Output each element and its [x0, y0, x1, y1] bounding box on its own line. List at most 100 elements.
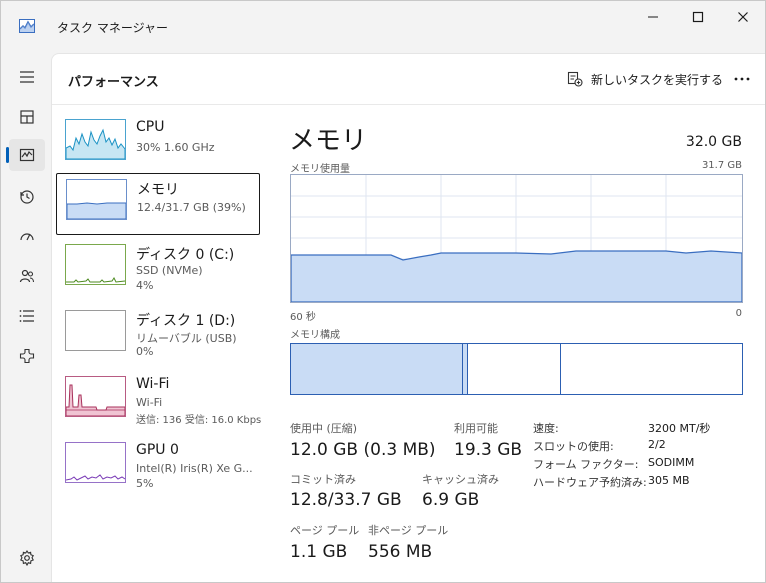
window-title: タスク マネージャー [57, 21, 168, 35]
header-divider [52, 104, 765, 105]
memory-composition-bar [290, 343, 743, 395]
detail-title: メモリ [289, 126, 368, 156]
perf-item-memory[interactable]: メモリ 12.4/31.7 GB (39%) [56, 173, 260, 235]
memory-usage-chart [290, 175, 743, 303]
composition-free [561, 344, 742, 394]
detail-total-memory: 32.0 GB [685, 134, 742, 150]
spec-speed-value: 3200 MT/秒 [648, 422, 711, 435]
close-button[interactable] [720, 1, 765, 33]
spec-speed-label: 速度: [533, 422, 559, 435]
disk1-name: ディスク 1 (D:) [136, 313, 236, 329]
graph-x-right-label: 0 [735, 308, 742, 319]
gpu0-model: Intel(R) Iris(R) Xe G... [136, 462, 253, 475]
wifi-sparkline [66, 384, 125, 416]
nonpaged-pool-label: 非ページ プール [368, 524, 449, 537]
disk1-type: リムーバブル (USB) [136, 332, 237, 345]
memory-thumbnail-graph [66, 179, 127, 220]
page-title: パフォーマンス [68, 75, 159, 90]
perf-item-disk1[interactable]: ディスク 1 (D:) リムーバブル (USB) 0% [56, 305, 260, 367]
disk0-usage: 4% [136, 279, 154, 292]
nav-details[interactable] [9, 300, 45, 332]
gpu0-thumbnail-graph [65, 442, 126, 483]
maximize-button[interactable] [675, 1, 721, 33]
memory-sparkline [67, 202, 126, 219]
nav-menu-button[interactable] [9, 61, 45, 93]
task-manager-app-icon [19, 19, 35, 33]
wifi-thumbnail-graph [65, 376, 126, 417]
usage-graph-max: 31.7 GB [701, 160, 742, 171]
disk0-type: SSD (NVMe) [136, 264, 203, 277]
gpu0-name: GPU 0 [136, 442, 179, 458]
in-use-value: 12.0 GB (0.3 MB) [290, 440, 436, 460]
main-content: パフォーマンス 新しいタスクを実行する CPU 30% 1.60 GHz メモリ… [51, 53, 765, 582]
in-use-label: 使用中 (圧縮) [290, 422, 358, 435]
composition-label: メモリ構成 [290, 330, 340, 341]
cached-value: 6.9 GB [422, 490, 480, 510]
perf-item-cpu[interactable]: CPU 30% 1.60 GHz [56, 114, 260, 176]
composition-in-use [291, 344, 463, 394]
nav-settings[interactable] [9, 542, 45, 574]
gpu0-usage: 5% [136, 477, 154, 490]
graph-x-left-label: 60 秒 [290, 312, 316, 323]
available-label: 利用可能 [454, 422, 498, 435]
perf-item-disk0[interactable]: ディスク 0 (C:) SSD (NVMe) 4% [56, 239, 260, 301]
spec-form-factor-value: SODIMM [648, 456, 695, 469]
hamburger-icon [20, 71, 34, 83]
memory-name: メモリ [137, 182, 179, 198]
committed-label: コミット済み [290, 473, 356, 486]
disk1-thumbnail-graph [65, 310, 126, 351]
more-options-button[interactable] [730, 68, 754, 90]
details-icon [19, 310, 34, 322]
performance-icon [19, 148, 35, 162]
nav-app-history[interactable] [9, 181, 45, 213]
nav-services[interactable] [9, 340, 45, 372]
nav-performance[interactable] [9, 139, 45, 171]
wifi-throughput: 送信: 136 受信: 16.0 Kbps [136, 415, 262, 426]
spec-hw-reserved-label: ハードウェア予約済み: [533, 476, 647, 489]
nav-startup-apps[interactable] [9, 220, 45, 252]
committed-value: 12.8/33.7 GB [290, 490, 402, 510]
processes-icon [20, 110, 34, 124]
spec-form-factor-label: フォーム ファクター: [533, 458, 639, 471]
startup-apps-icon [20, 233, 34, 241]
close-icon [738, 12, 748, 22]
usage-graph-label: メモリ使用量 [290, 164, 350, 175]
title-bar: タスク マネージャー [1, 1, 765, 35]
app-history-icon [20, 190, 34, 204]
cpu-sparkline [66, 128, 125, 159]
services-icon [19, 348, 35, 364]
disk0-name: ディスク 0 (C:) [136, 247, 235, 263]
run-new-task-button[interactable]: 新しいタスクを実行する [567, 68, 723, 90]
spec-slots-value: 2/2 [648, 438, 666, 451]
nav-users[interactable] [9, 260, 45, 292]
gpu0-sparkline [66, 474, 125, 481]
disk0-thumbnail-graph [65, 244, 126, 285]
memory-usage-graph [290, 174, 743, 303]
minimize-button[interactable] [630, 1, 676, 33]
wifi-type: Wi-Fi [136, 396, 163, 409]
task-manager-window: タスク マネージャー パフォーマンス 新しいタスクを実行する CPU 30% 1… [0, 0, 766, 583]
perf-item-wifi[interactable]: Wi-Fi Wi-Fi 送信: 136 受信: 16.0 Kbps [56, 371, 262, 433]
more-options-icon [734, 77, 750, 81]
memory-usage: 12.4/31.7 GB (39%) [137, 201, 246, 214]
paged-pool-label: ページ プール [290, 524, 360, 537]
cpu-usage: 30% 1.60 GHz [136, 141, 215, 154]
available-value: 19.3 GB [454, 440, 523, 460]
cpu-name: CPU [136, 119, 165, 135]
users-icon [19, 269, 35, 283]
perf-item-gpu0[interactable]: GPU 0 Intel(R) Iris(R) Xe G... 5% [56, 437, 260, 499]
spec-slots-label: スロットの使用: [533, 440, 614, 453]
spec-hw-reserved-value: 305 MB [648, 474, 690, 487]
nav-processes[interactable] [9, 101, 45, 133]
disk1-usage: 0% [136, 345, 154, 358]
wifi-name: Wi-Fi [136, 376, 170, 392]
paged-pool-value: 1.1 GB [290, 542, 348, 562]
minimize-icon [648, 16, 658, 18]
cpu-thumbnail-graph [65, 119, 126, 160]
settings-icon [20, 550, 34, 566]
composition-standby [468, 344, 561, 394]
cached-label: キャッシュ済み [422, 473, 499, 486]
maximize-icon [692, 11, 704, 23]
disk0-sparkline [66, 277, 125, 283]
run-new-task-label: 新しいタスクを実行する [591, 72, 724, 87]
